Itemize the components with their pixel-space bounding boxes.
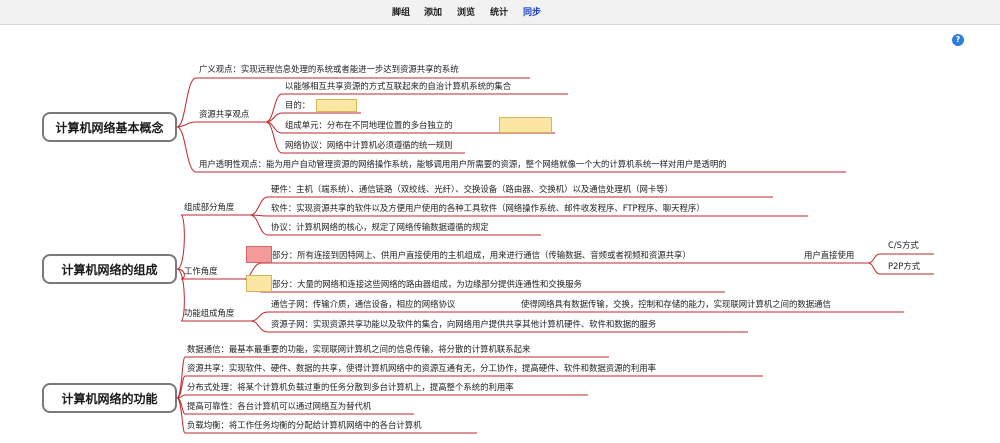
node-software[interactable]: 软件：实现资源共享的软件以及方便用户使用的各种工具软件（网络操作系统、邮件收发程…: [271, 203, 705, 214]
highlight-components-blank: [499, 117, 552, 133]
node-reliability[interactable]: 提高可靠性：各台计算机可以通过网络互为替代机: [187, 401, 371, 412]
node-functional-perspective[interactable]: 功能组成角度: [184, 308, 234, 319]
node-resource-sharing[interactable]: 资源共享：实现软件、硬件、数据的共享，使得计算机网络中的资源互通有无，分工协作，…: [187, 363, 656, 374]
topic-basic-concepts[interactable]: 计算机网络基本概念: [42, 112, 177, 142]
node-distributed-processing[interactable]: 分布式处理：将某个计算机负载过重的任务分散到多台计算机上，提高整个系统的利用率: [187, 382, 514, 393]
highlight-purpose-blank: [316, 99, 357, 112]
node-data-communication[interactable]: 数据通信：最基本最重要的功能，实现联网计算机之间的信息传输，将分散的计算机联系起…: [187, 344, 530, 355]
node-communication-subnet-detail[interactable]: 使得网络具有数据传输，交换，控制和存储的能力，实现联网计算机之间的数据通信: [521, 299, 831, 310]
node-network-protocol[interactable]: 网络协议：网络中计算机必须遵循的统一规则: [285, 140, 453, 151]
node-edge-part[interactable]: 部分：所有连接到因特网上、供用户直接使用的主机组成，用来进行通信（传输数据、音频…: [272, 250, 691, 261]
node-p2p-mode[interactable]: P2P方式: [888, 261, 920, 272]
node-broad-view[interactable]: 广义观点：实现远程信息处理的系统或者能进一步达到资源共享的系统: [199, 64, 459, 75]
node-component-perspective[interactable]: 组成部分角度: [184, 202, 234, 213]
node-direct-use[interactable]: 用户直接使用: [804, 250, 854, 261]
highlight-edge-part-blank: [246, 246, 272, 263]
node-resource-sharing-definition[interactable]: 以能够相互共享资源的方式互联起来的自治计算机系统的集合: [285, 81, 511, 92]
node-resource-subnet[interactable]: 资源子网：实现资源共享功能以及软件的集合，向网络用户提供共享其他计算机硬件、软件…: [271, 319, 656, 330]
node-resource-sharing-view[interactable]: 资源共享观点: [199, 109, 249, 120]
node-protocol[interactable]: 协议：计算机网络的核心，规定了网络传输数据遵循的规定: [271, 222, 489, 233]
node-communication-subnet[interactable]: 通信子网：传输介质，通信设备，相应的网络协议: [271, 299, 455, 310]
topic-network-functions[interactable]: 计算机网络的功能: [42, 383, 177, 413]
node-work-perspective[interactable]: 工作角度: [184, 266, 218, 277]
node-purpose[interactable]: 目的：: [285, 100, 310, 111]
node-core-part[interactable]: 部分：大量的网络和连接这些网络的路由器组成，为边缘部分提供连通性和交换服务: [272, 279, 582, 290]
topic-network-composition[interactable]: 计算机网络的组成: [42, 254, 177, 284]
node-cs-mode[interactable]: C/S方式: [888, 240, 919, 251]
node-hardware[interactable]: 硬件：主机（端系统）、通信链路（双绞线、光纤）、交换设备（路由器、交换机）以及通…: [271, 184, 673, 195]
highlight-core-part-blank: [246, 275, 272, 292]
mindmap-connectors: [176, 77, 934, 434]
node-components[interactable]: 组成单元：分布在不同地理位置的多台独立的: [285, 120, 453, 131]
node-user-transparency-view[interactable]: 用户透明性观点：能为用户自动管理资源的网络操作系统，能够调用用户所需要的资源，整…: [199, 159, 727, 170]
node-load-balancing[interactable]: 负载均衡：将工作任务均衡的分配给计算机网络中的各台计算机: [187, 420, 422, 431]
